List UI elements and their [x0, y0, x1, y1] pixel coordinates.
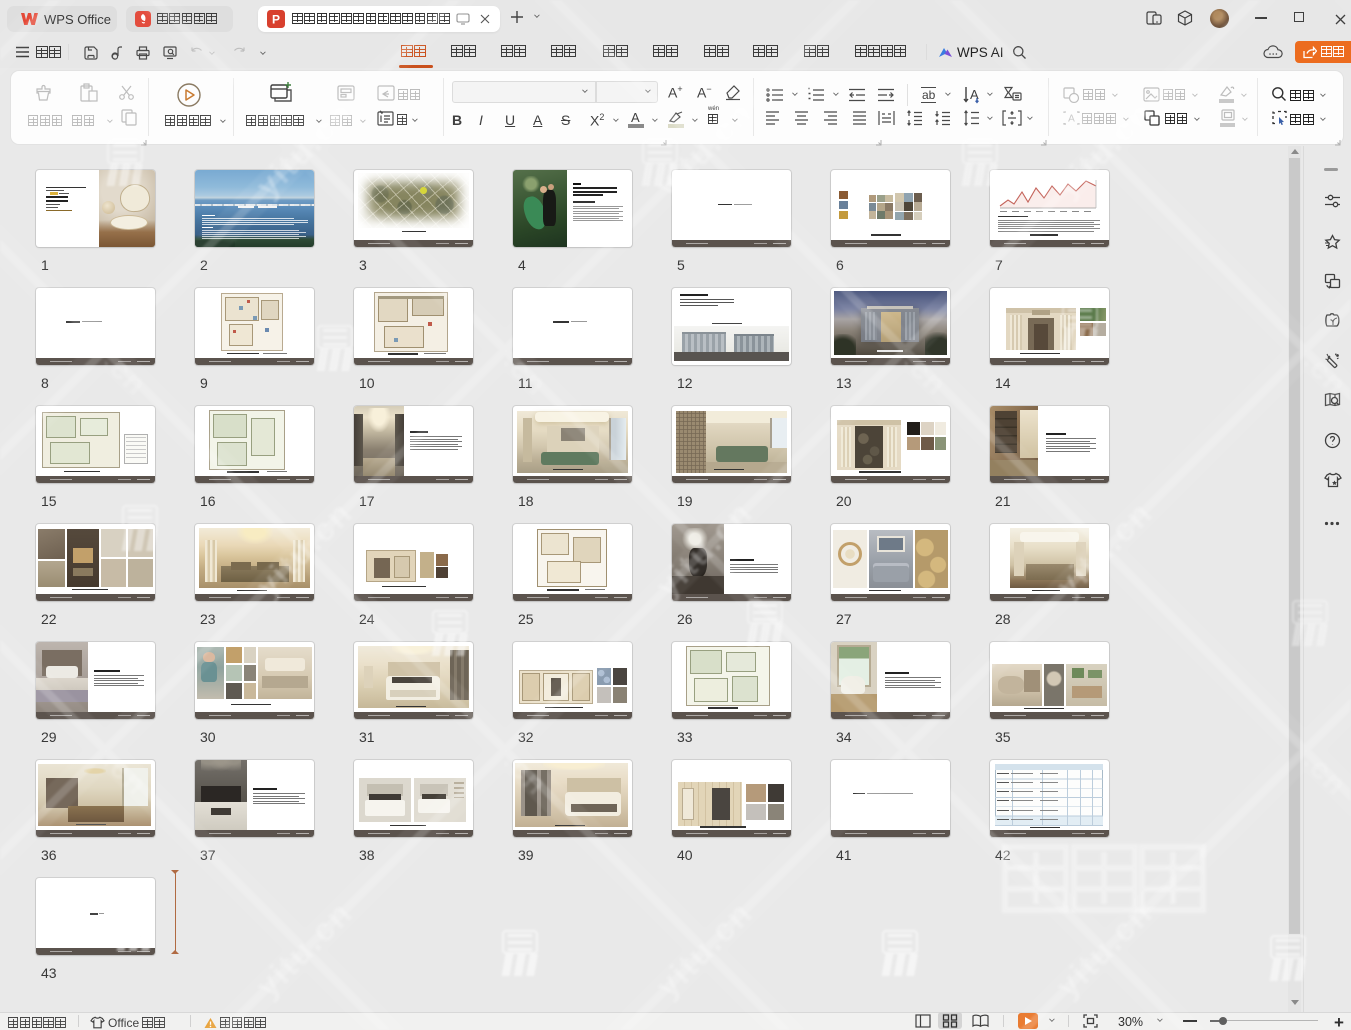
svg-text:P: P: [272, 13, 280, 27]
svg-text:A: A: [1068, 114, 1075, 125]
